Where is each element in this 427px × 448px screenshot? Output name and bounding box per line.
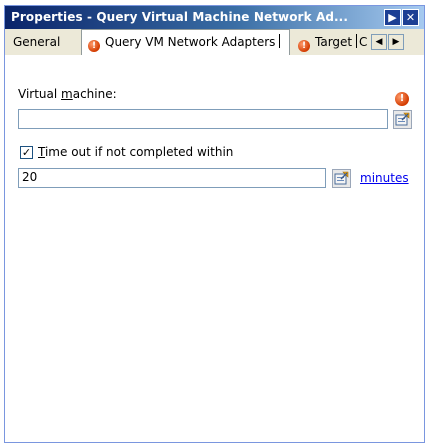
tab-truncated[interactable]: C xyxy=(357,31,369,54)
tab-content-panel: Virtual machine: ! ✓ Time out if not com… xyxy=(5,55,424,442)
timeout-checkbox[interactable]: ✓ xyxy=(20,146,33,159)
tab-strip: General ! Query VM Network Adapters ! Targ… xyxy=(5,29,424,56)
properties-window: Properties - Query Virtual Machine Netwo… xyxy=(4,5,425,443)
browse-icon xyxy=(395,112,410,126)
play-arrow-icon: ▶ xyxy=(388,11,397,24)
chevron-left-icon: ◀ xyxy=(375,37,383,47)
virtual-machine-browse-button[interactable] xyxy=(393,110,412,129)
tab-scroll-left-button[interactable]: ◀ xyxy=(371,34,387,50)
error-icon: ! xyxy=(298,40,310,52)
field-value: 20 xyxy=(22,170,38,184)
virtual-machine-input[interactable] xyxy=(18,109,388,129)
window-title: Properties - Query Virtual Machine Netwo… xyxy=(11,10,348,24)
error-glyph: ! xyxy=(399,93,405,104)
label-text: ime out if not completed within xyxy=(44,145,234,159)
virtual-machine-label: Virtual machine: xyxy=(18,87,117,101)
error-icon: ! xyxy=(395,92,409,106)
tab-label: C xyxy=(359,35,368,49)
tab-query-vm-network-adapters[interactable]: ! Query VM Network Adapters xyxy=(81,29,290,55)
tab-general[interactable]: General xyxy=(9,31,64,54)
error-icon: ! xyxy=(88,40,100,52)
tab-label: General xyxy=(13,35,61,49)
title-bar[interactable]: Properties - Query Virtual Machine Netwo… xyxy=(5,6,424,29)
tab-divider xyxy=(279,34,281,48)
close-icon: ✕ xyxy=(405,11,416,24)
timeout-browse-button[interactable] xyxy=(332,169,351,188)
label-accelerator: T xyxy=(38,145,45,159)
check-icon: ✓ xyxy=(21,146,32,159)
tab-target[interactable]: ! Target xyxy=(294,31,361,54)
close-button[interactable]: ✕ xyxy=(402,9,419,26)
tab-label: Query VM Network Adapters xyxy=(105,35,276,49)
label-text: achine: xyxy=(72,87,117,101)
tab-scroll-right-button[interactable]: ▶ xyxy=(388,34,404,50)
label-accelerator: m xyxy=(61,87,73,101)
timeout-label[interactable]: Time out if not completed within xyxy=(38,145,233,159)
window-menu-button[interactable]: ▶ xyxy=(384,9,401,26)
label-text: Virtual xyxy=(18,87,62,101)
tab-label: Target xyxy=(315,35,353,49)
chevron-right-icon: ▶ xyxy=(392,37,400,47)
timeout-minutes-input[interactable]: 20 xyxy=(18,168,326,188)
browse-icon xyxy=(334,171,349,185)
minutes-link[interactable]: minutes xyxy=(360,171,409,185)
